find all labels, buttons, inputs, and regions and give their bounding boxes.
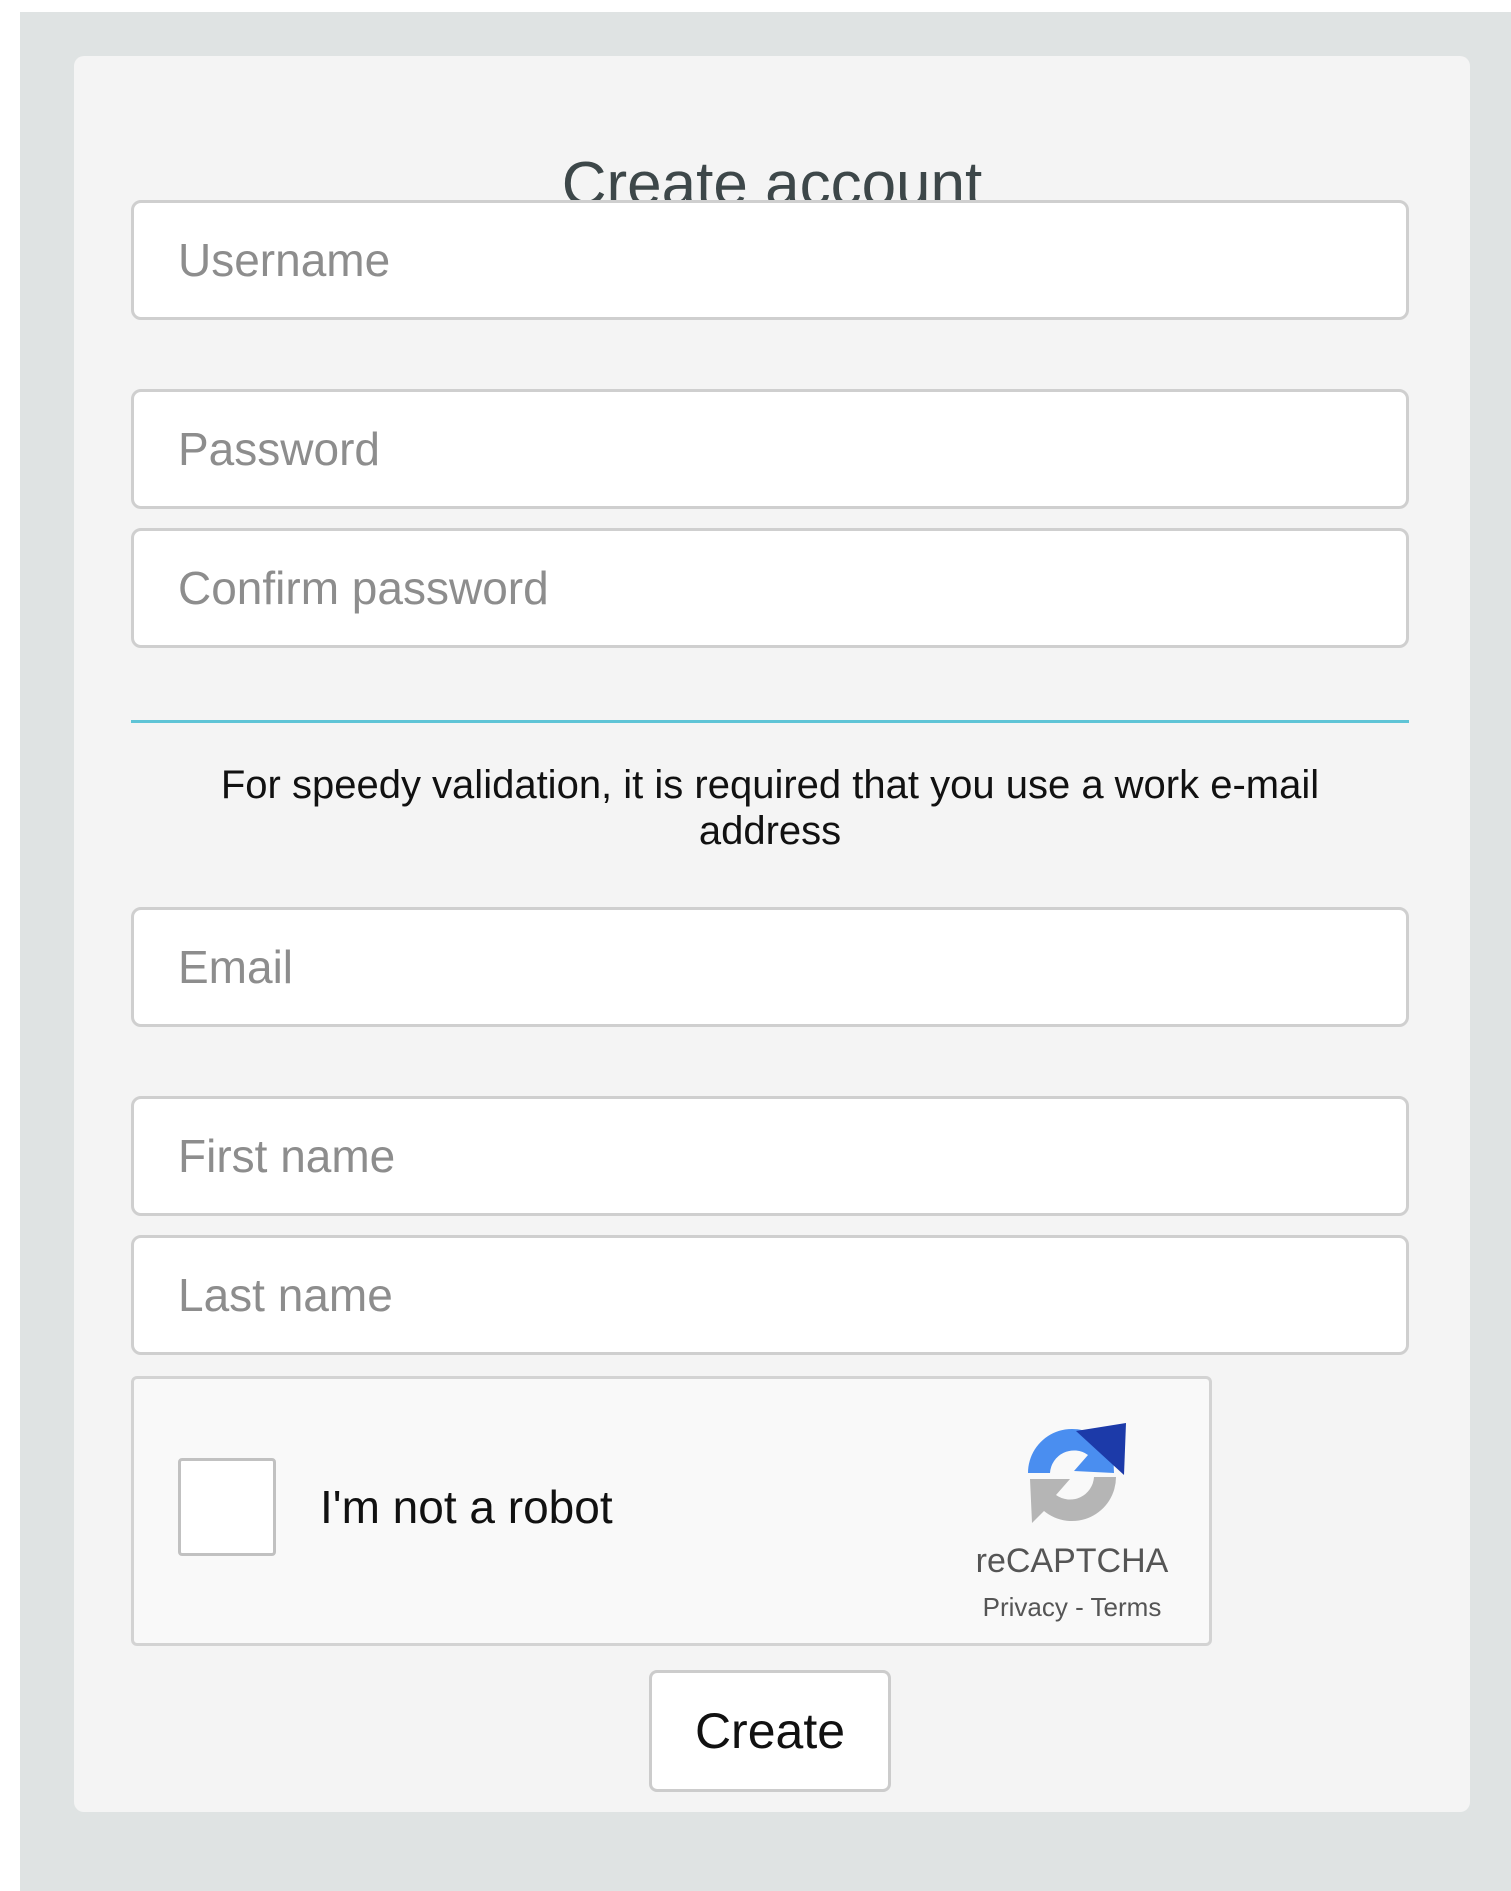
- notice-line-1: For speedy validation, it is required th…: [220, 763, 1320, 807]
- confirm-password-input[interactable]: [131, 528, 1409, 648]
- captcha-brand: reCAPTCHA: [975, 1542, 1169, 1580]
- captcha-label: I'm not a robot: [320, 1481, 613, 1533]
- username-input[interactable]: [131, 200, 1409, 320]
- captcha-terms-link[interactable]: Terms: [1091, 1592, 1162, 1622]
- section-divider: [131, 720, 1409, 723]
- create-button[interactable]: Create: [649, 1670, 891, 1792]
- captcha-links: Privacy - Terms: [952, 1591, 1192, 1623]
- captcha-privacy-link[interactable]: Privacy: [983, 1592, 1068, 1622]
- recaptcha-logo-icon: [1028, 1423, 1126, 1523]
- last-name-input[interactable]: [131, 1235, 1409, 1355]
- captcha-checkbox[interactable]: [178, 1458, 276, 1556]
- work-email-notice: For speedy validation, it is required th…: [131, 762, 1409, 854]
- captcha-link-separator: -: [1067, 1592, 1091, 1622]
- recaptcha-widget: I'm not a robot reCAPTCHA Privacy - Term…: [131, 1376, 1212, 1646]
- first-name-input[interactable]: [131, 1096, 1409, 1216]
- email-input[interactable]: [131, 907, 1409, 1027]
- password-input[interactable]: [131, 389, 1409, 509]
- notice-line-2: address: [698, 809, 842, 853]
